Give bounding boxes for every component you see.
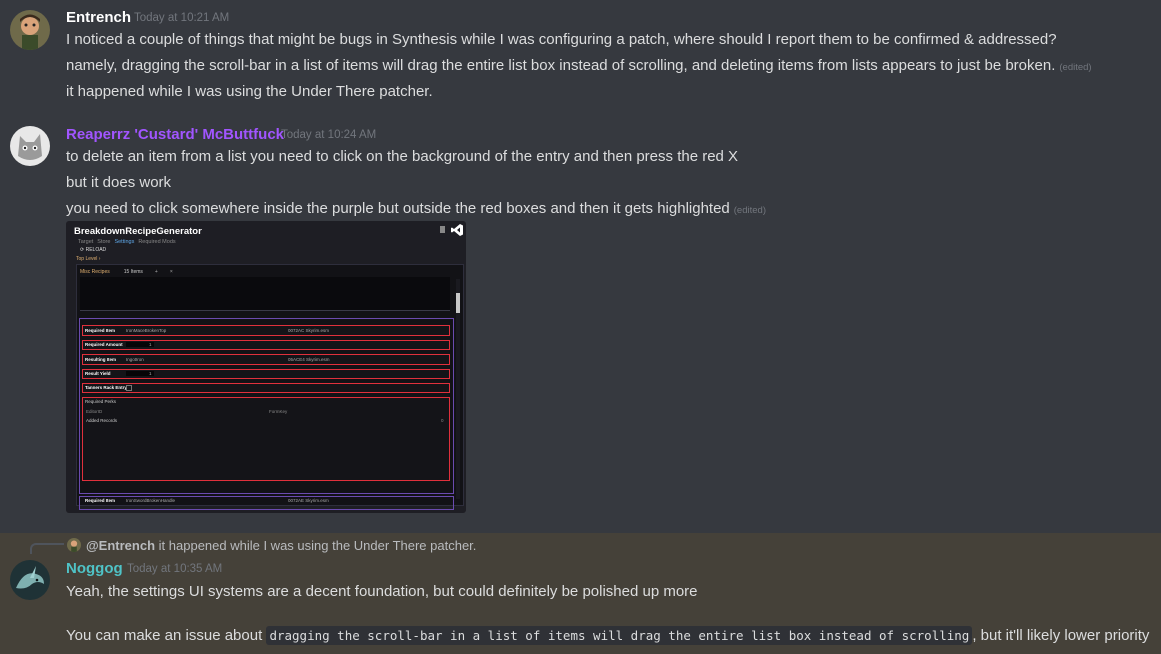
tab-store: Store [97,239,111,245]
reply-connector [30,543,64,554]
required-perks-box [82,397,450,481]
reply-mention[interactable]: @Entrench [86,538,155,553]
field-value: 1 [149,342,152,347]
timestamp: Today at 10:24 AM [281,129,377,141]
field-value: IronSwordBrokenHandle [126,498,176,503]
list-header: Misc Recipes 15 Items + × [80,269,173,275]
edited-label: (edited) [1059,62,1092,73]
field-value: IngotIron [126,357,144,362]
cat-avatar-icon [10,126,50,166]
field-file: 05ACE4 Skyrim.esm [288,357,330,362]
screenshot-title: BreakdownRecipeGenerator [74,226,202,237]
tanners-rack-box [82,383,450,393]
author-name[interactable]: Reaperrz 'Custard' McButtfuck [66,126,284,143]
author-name[interactable]: Noggog [66,560,123,577]
visual-studio-icon [451,224,463,236]
field-label: Required Perks [85,399,117,404]
field-label: Required Item [85,328,116,333]
dragon-avatar-icon [10,560,50,600]
field-file: 0072AE Skyrim.esm [288,498,329,503]
field-label: Tanners Rack Entry [85,385,127,390]
author-name[interactable]: Entrench [66,9,131,26]
field-label: Resulting Item [85,357,117,362]
timestamp: Today at 10:21 AM [134,12,230,24]
message-line: to delete an item from a list you need t… [66,148,739,165]
tab-required-mods: Required Mods [138,239,176,245]
message-line: namely, dragging the scroll-bar in a lis… [66,57,1092,74]
field-label: Result Yield [85,371,111,376]
scrollbar-thumb [456,293,460,313]
edited-label: (edited) [733,205,766,216]
avatar-entrench[interactable] [10,10,50,50]
message-line: I noticed a couple of things that might … [66,31,1057,48]
trash-icon [440,226,445,233]
tab-target: Target [78,239,94,245]
field-label: Required Amount [85,342,123,347]
grid-count: 0 [441,418,444,423]
message-line: Yeah, the settings UI systems are a dece… [66,583,698,600]
field-label: Required Item [85,498,116,503]
grid-header: FormKey [269,409,288,414]
entrench-avatar-icon [67,538,81,552]
grid-row: Added Records [86,418,118,423]
reply-preview[interactable]: @Entrench it happened while I was using … [86,538,476,553]
grid-header: EditorID [86,409,103,414]
reply-avatar[interactable] [67,538,81,552]
message-line: you need to click somewhere inside the p… [66,200,766,217]
message-line: but it does work [66,174,172,191]
message-line: it happened while I was using the Under … [66,83,433,100]
field-value: 1 [149,371,152,376]
avatar-reaperrz[interactable] [10,126,50,166]
field-value: IronMaceBrokenTop [126,328,167,333]
screenshot-tabs: Target Store Settings Required Mods [78,239,180,245]
attached-screenshot[interactable]: BreakdownRecipeGenerator Target Store Sett… [66,221,466,513]
checkbox [126,385,132,391]
timestamp: Today at 10:35 AM [127,563,223,575]
message-line: You can make an issue about dragging the… [66,626,1150,645]
avatar-noggog[interactable] [10,560,50,600]
field-file: 0072AC Skyrim.esm [288,328,330,333]
inline-code: dragging the scroll-bar in a list of ite… [266,626,973,645]
entrench-avatar-icon [10,10,50,50]
tab-settings: Settings [114,239,135,245]
top-level-label: Top Level › [76,256,101,262]
reload-button: ⟳ RELOAD [80,247,107,253]
list-box [80,277,450,311]
